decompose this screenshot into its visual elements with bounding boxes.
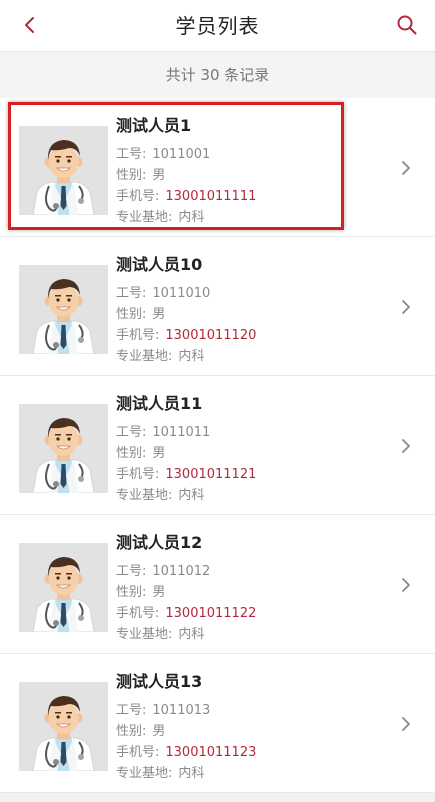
chevron-right-icon [402, 439, 410, 453]
phone-label: 手机号: [116, 189, 160, 204]
employee-id-row: 工号: 1011001 [116, 144, 395, 165]
gender-row: 性别: 男 [116, 721, 395, 742]
phone-label: 手机号: [116, 328, 160, 343]
gender-row: 性别: 男 [116, 304, 395, 325]
avatar [19, 126, 108, 215]
search-icon [397, 15, 417, 35]
base-value: 内科 [178, 488, 205, 503]
chevron-right-icon [402, 717, 410, 731]
id-label: 工号: [116, 703, 147, 718]
app-header: 学员列表 [0, 0, 435, 52]
base-row: 专业基地: 内科 [116, 207, 395, 228]
gender-label: 性别: [116, 168, 147, 183]
phone-number: 13001011120 [165, 328, 257, 343]
chevron-right-icon [402, 300, 410, 314]
doctor-avatar-icon [19, 265, 108, 354]
phone-label: 手机号: [116, 467, 160, 482]
phone-row: 手机号: 13001011122 [116, 603, 395, 624]
student-name: 测试人员11 [116, 394, 203, 413]
employee-id: 1011012 [152, 564, 211, 579]
avatar [19, 543, 108, 632]
base-row: 专业基地: 内科 [116, 346, 395, 367]
student-name: 测试人员10 [116, 255, 203, 274]
student-card[interactable]: 测试人员12 工号: 1011012 性别: 男 手机号: 13001011122 专… [0, 515, 435, 654]
phone-number: 13001011123 [165, 745, 257, 760]
employee-id: 1011011 [152, 425, 211, 440]
employee-id: 1011013 [152, 703, 211, 718]
phone-row: 手机号: 13001011111 [116, 186, 395, 207]
student-info: 测试人员1 工号: 1011001 性别: 男 手机号: 13001011111 专业… [116, 116, 395, 228]
student-card[interactable]: 测试人员1 工号: 1011001 性别: 男 手机号: 13001011111 专业… [0, 98, 435, 237]
student-card[interactable]: 测试人员13 工号: 1011013 性别: 男 手机号: 13001011123 专… [0, 654, 435, 793]
phone-row: 手机号: 13001011120 [116, 325, 395, 346]
student-info: 测试人员11 工号: 1011011 性别: 男 手机号: 13001011121 专… [116, 394, 395, 506]
student-info: 测试人员10 工号: 1011010 性别: 男 手机号: 13001011120 专… [116, 255, 395, 367]
gender-row: 性别: 男 [116, 443, 395, 464]
employee-id-row: 工号: 1011012 [116, 561, 395, 582]
student-list: 测试人员1 工号: 1011001 性别: 男 手机号: 13001011111 专业… [0, 98, 435, 793]
student-name: 测试人员12 [116, 533, 203, 552]
phone-label: 手机号: [116, 606, 160, 621]
base-row: 专业基地: 内科 [116, 485, 395, 506]
id-label: 工号: [116, 564, 147, 579]
chevron-right-icon [402, 161, 410, 175]
avatar [19, 404, 108, 493]
gender-value: 男 [152, 446, 166, 461]
phone-number: 13001011121 [165, 467, 257, 482]
base-label: 专业基地: [116, 766, 173, 781]
student-info: 测试人员13 工号: 1011013 性别: 男 手机号: 13001011123 专… [116, 672, 395, 784]
employee-id-row: 工号: 1011010 [116, 283, 395, 304]
employee-id-row: 工号: 1011013 [116, 700, 395, 721]
phone-number: 13001011122 [165, 606, 257, 621]
employee-id: 1011010 [152, 286, 211, 301]
base-row: 专业基地: 内科 [116, 763, 395, 784]
student-card[interactable]: 测试人员11 工号: 1011011 性别: 男 手机号: 13001011121 专… [0, 376, 435, 515]
gender-row: 性别: 男 [116, 582, 395, 603]
gender-label: 性别: [116, 307, 147, 322]
base-row: 专业基地: 内科 [116, 624, 395, 645]
base-label: 专业基地: [116, 627, 173, 642]
student-info: 测试人员12 工号: 1011012 性别: 男 手机号: 13001011122 专… [116, 533, 395, 645]
avatar [19, 682, 108, 771]
base-value: 内科 [178, 627, 205, 642]
student-card[interactable]: 测试人员10 工号: 1011010 性别: 男 手机号: 13001011120 专… [0, 237, 435, 376]
gender-value: 男 [152, 724, 166, 739]
gender-label: 性别: [116, 724, 147, 739]
phone-row: 手机号: 13001011121 [116, 464, 395, 485]
base-label: 专业基地: [116, 210, 173, 225]
doctor-avatar-icon [19, 126, 108, 215]
id-label: 工号: [116, 425, 147, 440]
gender-label: 性别: [116, 585, 147, 600]
gender-value: 男 [152, 307, 166, 322]
id-label: 工号: [116, 286, 147, 301]
gender-row: 性别: 男 [116, 165, 395, 186]
search-button[interactable] [395, 13, 419, 37]
chevron-right-icon [402, 578, 410, 592]
base-value: 内科 [178, 766, 205, 781]
phone-row: 手机号: 13001011123 [116, 742, 395, 763]
gender-label: 性别: [116, 446, 147, 461]
avatar [19, 265, 108, 354]
gender-value: 男 [152, 168, 166, 183]
employee-id: 1011001 [152, 147, 211, 162]
gender-value: 男 [152, 585, 166, 600]
base-value: 内科 [178, 349, 205, 364]
base-label: 专业基地: [116, 488, 173, 503]
doctor-avatar-icon [19, 404, 108, 493]
record-count: 共计 30 条记录 [0, 52, 435, 98]
page-title: 学员列表 [175, 14, 260, 38]
student-name: 测试人员13 [116, 672, 203, 691]
employee-id-row: 工号: 1011011 [116, 422, 395, 443]
doctor-avatar-icon [19, 682, 108, 771]
doctor-avatar-icon [19, 543, 108, 632]
student-name: 测试人员1 [116, 116, 192, 135]
base-label: 专业基地: [116, 349, 173, 364]
id-label: 工号: [116, 147, 147, 162]
phone-number: 13001011111 [165, 189, 257, 204]
base-value: 内科 [178, 210, 205, 225]
phone-label: 手机号: [116, 745, 160, 760]
